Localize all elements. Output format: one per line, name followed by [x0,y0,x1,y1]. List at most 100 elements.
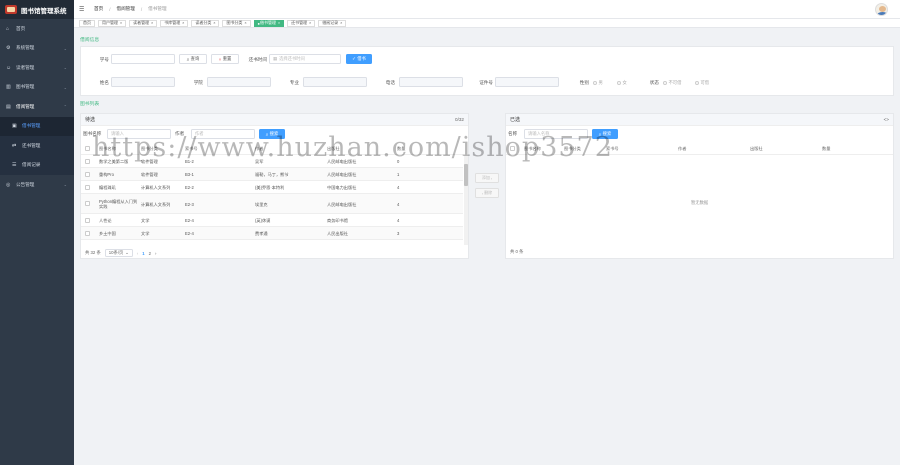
tab-library[interactable]: 书库管理 × [160,19,189,27]
sidebar-item-lend[interactable]: ▣ 借书管理 [0,116,74,136]
close-icon[interactable]: × [151,21,153,25]
sidebar-item-return[interactable]: ⇄ 还书管理 [0,136,74,156]
id-card-field [495,77,559,87]
empty-state: 暂无数据 [691,200,709,205]
row-checkbox[interactable] [85,218,90,223]
confirm-borrow-button[interactable]: ✓ 借书 [346,54,372,64]
tab-users[interactable]: 用户管理 × [98,19,127,27]
reader-id-input[interactable] [111,54,175,64]
close-icon[interactable]: × [182,21,184,25]
close-icon[interactable]: × [213,21,215,25]
query-button[interactable]: ⌕ 查询 [179,54,207,64]
breadcrumb-current: 借书管理 [148,6,167,11]
reset-button[interactable]: × 重置 [211,54,239,64]
table-row[interactable]: Python编程从入门到实践 计算机人文系列 E2-3 埃里克 人民邮电出版社 … [81,194,463,214]
row-checkbox[interactable] [85,159,90,164]
table-header: 图书名称 图书分类 索书号 作者 出版社 数量 [81,143,463,155]
close-icon[interactable]: × [244,21,246,25]
breadcrumb-item[interactable]: 借阅管理 [116,6,134,12]
row-checkbox[interactable] [85,185,90,190]
selected-name-input[interactable]: 请输入名称 [524,129,588,139]
sidebar-item-records[interactable]: ☰ 借阅记录 [0,156,74,176]
status-unavailable-radio[interactable]: 不可借 [663,80,681,86]
tab-book-categories[interactable]: 图书分类 × [222,19,251,27]
table-row[interactable]: 人性论 文学 E2-4 (英)休谟 商务印书馆 4 [81,214,463,227]
page-2[interactable]: 2 [149,251,151,256]
select-all-checkbox[interactable] [510,146,515,151]
sidebar-item-system[interactable]: ⚙ 系统管理 ⌄ [0,39,74,59]
sidebar-item-books[interactable]: ▥ 图书管理 ⌄ [0,78,74,98]
menu-toggle-icon[interactable]: ☰ [79,6,91,13]
book-icon: ▥ [6,84,11,91]
selected-total-count: 共 0 条 [510,249,524,254]
gender-male-radio[interactable]: 男 [593,80,603,86]
collapse-icon[interactable]: <> [884,117,889,122]
avatar[interactable] [875,3,888,16]
tab-readers[interactable]: 读者管理 × [129,19,158,27]
row-checkbox[interactable] [85,201,90,206]
author-label: 作者 [175,131,185,136]
search-icon: ⌕ [265,131,269,137]
table-row[interactable]: 重构Pro 软件管理 B3-1 福勒，马丁，熊节 人民邮电出版社 1 [81,168,463,181]
available-books-count: 0/32 [455,117,464,122]
sidebar-item-home[interactable]: ⌂ 首页 [0,19,74,39]
selected-search-button[interactable]: ⌕ 搜索 [592,129,618,139]
column-header: 作者 [678,146,687,151]
doc-icon: ▣ [12,123,17,130]
close-icon[interactable]: × [309,21,311,25]
chevron-down-icon: ⌄ [125,250,129,255]
college-label: 学院 [193,80,203,85]
sidebar-submenu-borrow: ▣ 借书管理 ⇄ 还书管理 ☰ 借阅记录 [0,116,74,176]
remove-from-selected-button[interactable]: ‹ 删除 [475,188,499,198]
book-name-input[interactable]: 请输入 [107,129,171,139]
column-header: 数量 [822,146,831,151]
scrollbar-thumb[interactable] [464,164,468,186]
chevron-down-icon: ⌄ [63,45,67,51]
next-page-button[interactable]: › [155,251,156,256]
select-all-checkbox[interactable] [85,146,90,151]
selected-name-label: 名称 [508,131,518,136]
tab-home[interactable]: 首页 [79,19,95,27]
add-to-selected-button[interactable]: 添加 › [475,173,499,183]
breadcrumb-item[interactable]: 首页 [94,6,103,12]
sidebar-item-notices[interactable]: ◎ 公告管理 ⌄ [0,175,74,195]
book-search-button[interactable]: ⌕ 搜索 [259,129,285,139]
table-row[interactable]: 编程珠玑 计算机人文系列 E2-2 (美)乔恩·本特利 中国电力出版社 4 [81,181,463,194]
phone-field [399,77,463,87]
column-header: 作者 [255,146,264,151]
page-1[interactable]: 1 [142,251,144,256]
chevron-down-icon: ⌄ [63,65,67,71]
table-row[interactable]: 数学之美第二版 软件管理 B1-2 吴军 人民邮电出版社 0 [81,155,463,168]
close-icon[interactable]: × [120,21,122,25]
available-books-header: 待选 0/32 [81,114,468,126]
selected-pagination: 共 0 条 [510,249,523,255]
tab-records[interactable]: 借阅记录 × [318,19,347,27]
close-icon[interactable]: × [278,21,280,25]
prev-page-button[interactable]: ‹ [137,251,138,256]
record-icon: ☰ [12,162,17,169]
tab-reader-categories[interactable]: 读者分类 × [191,19,220,27]
page-size-select[interactable]: 10条/页 ⌄ [104,249,133,257]
tab-lend[interactable]: ● 借书管理 × [253,19,285,27]
app-logo[interactable]: 图书馆管理系统 [0,0,74,19]
tab-return[interactable]: 还书管理 × [287,19,316,27]
tab-bar: 首页 用户管理 × 读者管理 × 书库管理 × 读者分类 × 图书分类 × ● 借书管理 ×… [74,19,900,28]
close-icon[interactable]: × [340,21,342,25]
chevron-right-icon: › [490,175,493,181]
row-checkbox[interactable] [85,231,90,236]
row-checkbox[interactable] [85,172,90,177]
breadcrumb: 首页 / 借阅管理 / 借书管理 [94,6,167,12]
gender-female-radio[interactable]: 女 [617,80,627,86]
borrow-info-title: 借阅信息 [80,38,100,43]
sidebar-item-readers[interactable]: ☺ 读者管理 ⌄ [0,58,74,78]
table-row[interactable]: 乡土中国 文学 E2-4 费孝通 人民出版社 3 [81,227,463,240]
sidebar-item-borrow[interactable]: ▤ 借阅管理 ⌃ [0,97,74,117]
name-field [111,77,175,87]
status-available-radio[interactable]: 可借 [695,80,709,86]
total-count: 共 32 条 [85,250,101,255]
author-input[interactable]: 作者 [191,129,255,139]
return-time-picker[interactable]: ▦ 选择还书时间 [269,54,341,64]
book-table-body: 数学之美第二版 软件管理 B1-2 吴军 人民邮电出版社 0 重构Pro 软件管… [81,155,463,245]
setting-icon: ⚙ [6,45,11,52]
column-header: 图书名称 [99,146,116,151]
